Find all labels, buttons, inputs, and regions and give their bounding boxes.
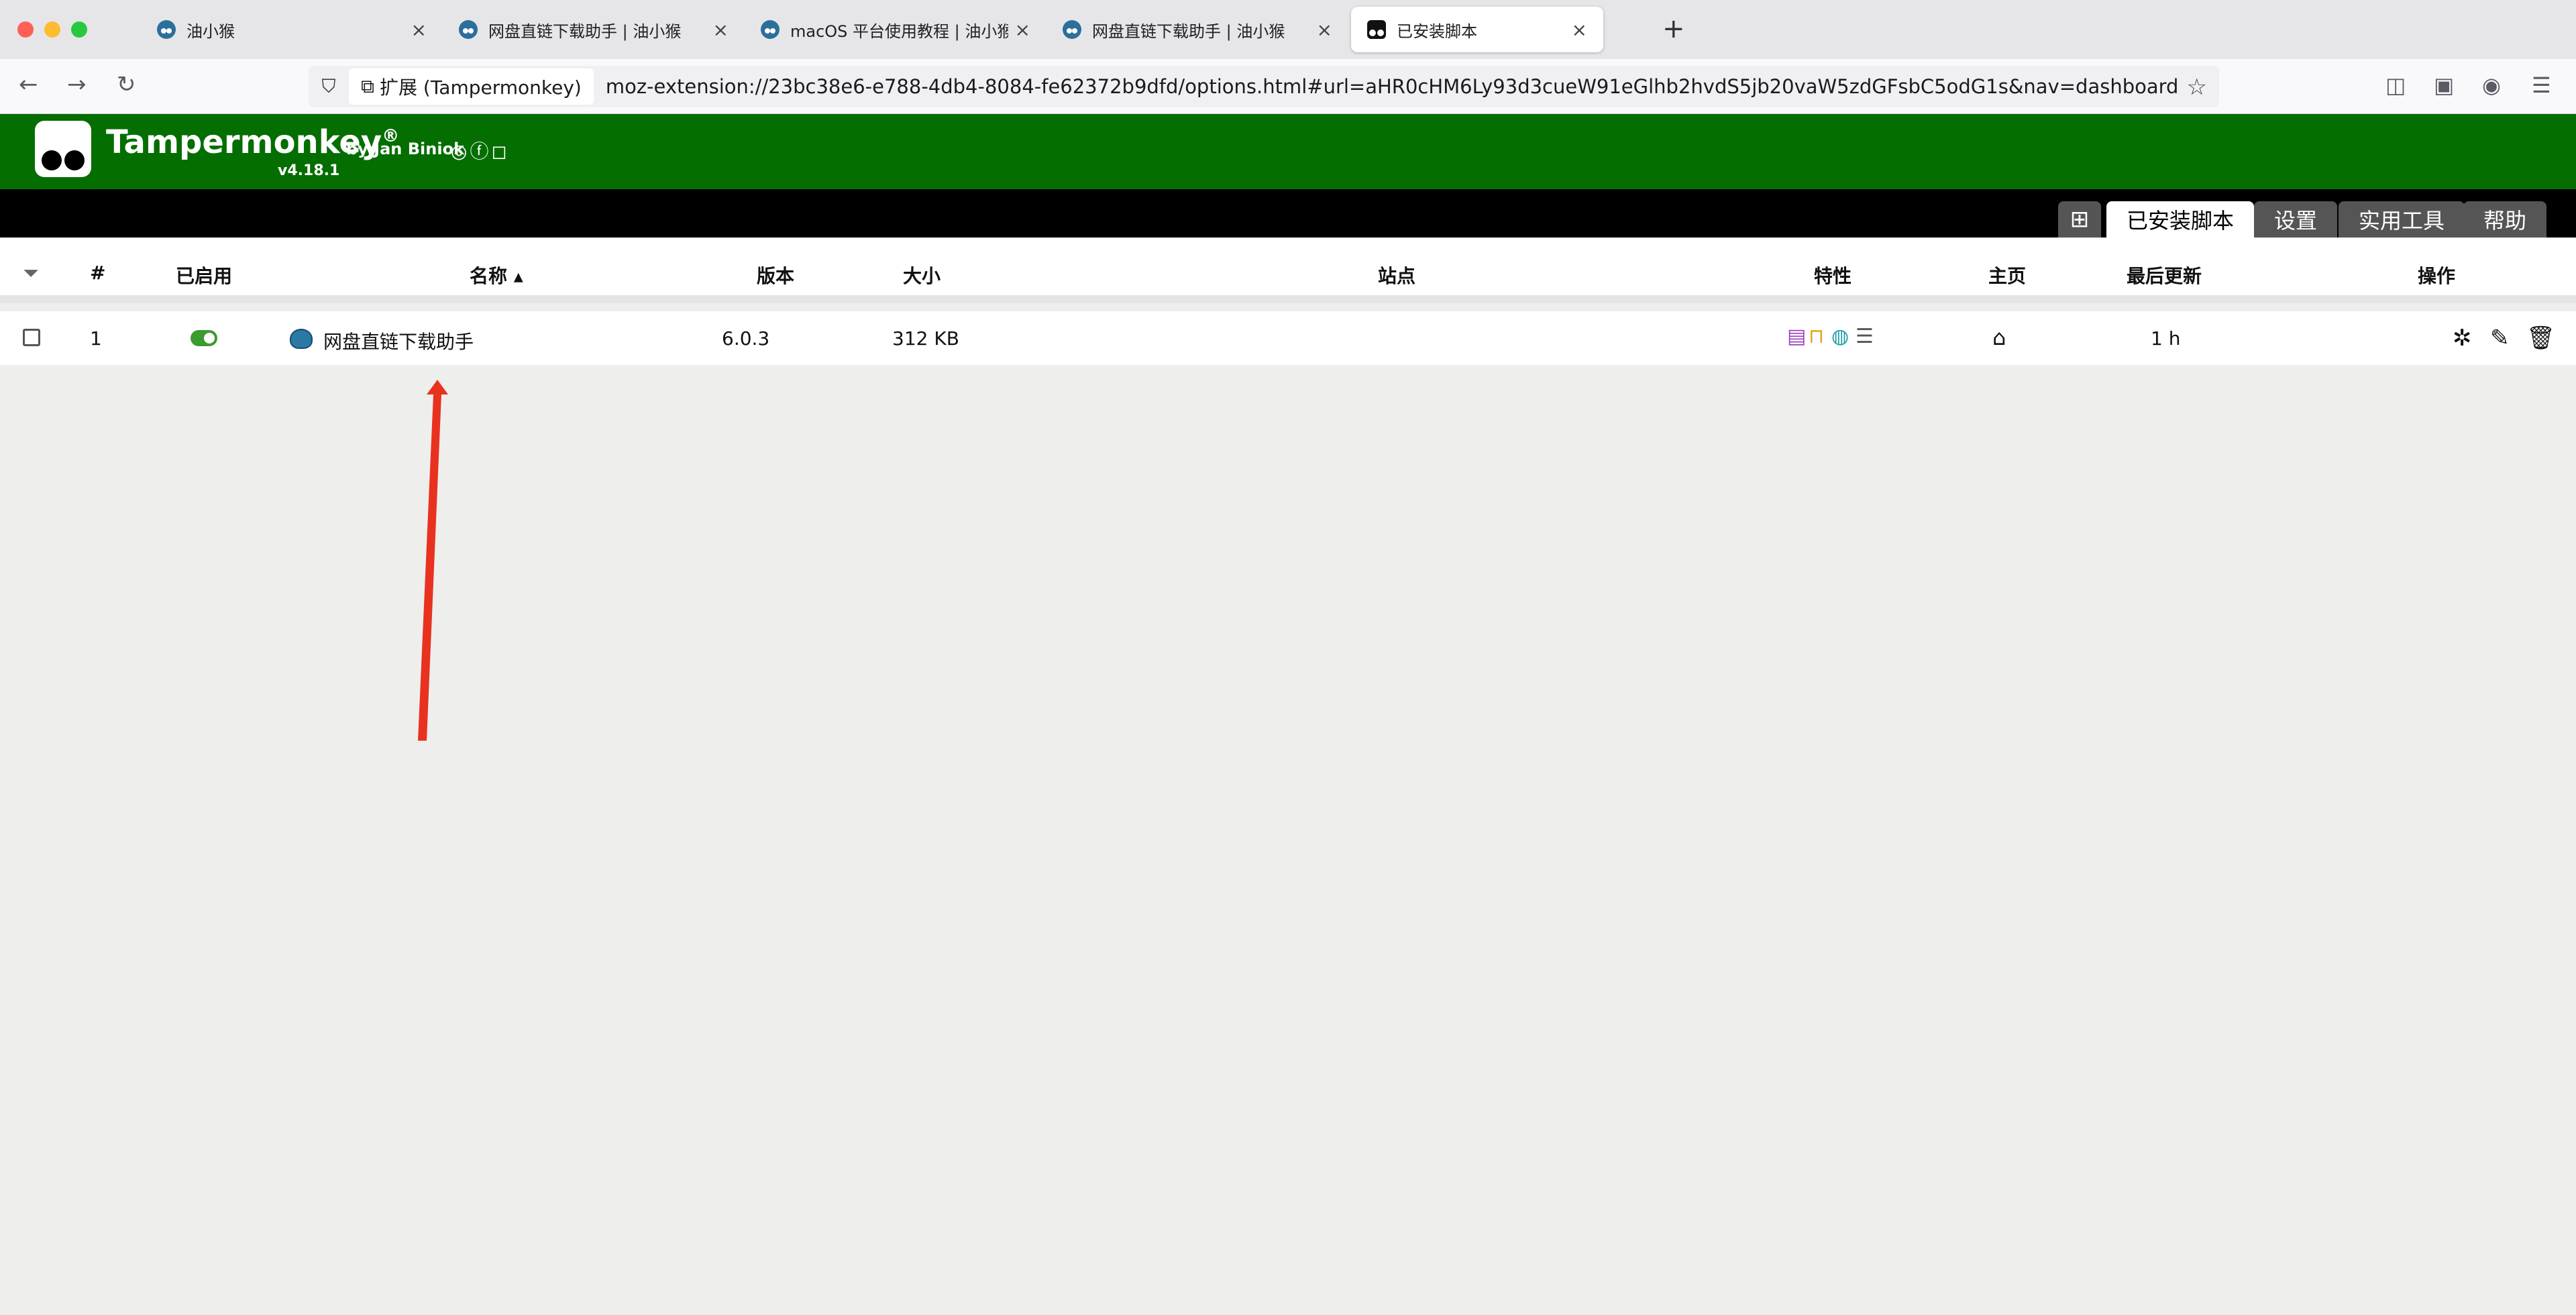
annotation-arrow bbox=[418, 380, 448, 741]
annotation-arrow-shape bbox=[418, 380, 448, 741]
